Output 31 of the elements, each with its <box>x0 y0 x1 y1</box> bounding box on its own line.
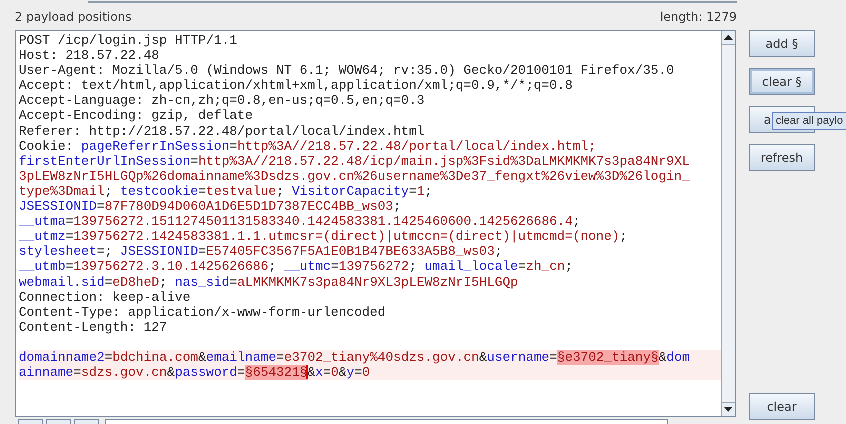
action-button[interactable]: add § <box>749 30 815 57</box>
request-line: type%3Dmail; testcookie=testvalue; VisitorCapacity=1; <box>19 184 434 200</box>
request-line: JSESSIONID=87F780D94D060A1D6E5D1D7387ECC4BB_ws03; <box>19 199 402 214</box>
request-line: stylesheet=; JSESSIONID=E57405FC3567F5A1E0B1B47BE633A5B8_ws03; <box>19 244 504 260</box>
request-line: __utma=139756272.1511274501131583340.1424583381.1425460600.1425626686.4; <box>19 214 582 230</box>
length-label: length: 1279 <box>660 10 737 22</box>
request-line: Accept: text/html,application/xhtml+xml,application/xml;q=0.9,*/*;q=0.8 <box>19 78 574 94</box>
payload-positions-label: 2 payload positions <box>15 10 132 22</box>
request-editor[interactable] <box>15 30 736 417</box>
request-line: Content-Type: application/x-www-form-urlencoded <box>19 304 387 320</box>
request-line: webmail.sid=eD8heD; nas_sid=aLMKMKMK7s3pa84Nr9XL3pLEW8zNrI5HLGQp <box>19 274 520 290</box>
request-line: Accept-Language: zh-cn,zh;q=0.8,en-us;q=0.5,en;q=0.3 <box>19 93 426 108</box>
scroll-down-icon[interactable] <box>724 407 733 412</box>
request-line: 3pLEW8zNrI5HLGQp%26domainname%3Dsdzs.gov.cn%26username%3De37_fengxt%26view%3D%26login_ <box>19 168 691 184</box>
request-line: Content-Length: 127 <box>19 320 168 335</box>
request-line: User-Agent: Mozilla/5.0 (Windows NT 6.1; WOW64; rv:35.0) Gecko/20100101 Firefox/35.0 <box>19 63 676 78</box>
request-line: Host: 218.57.22.48 <box>19 48 160 64</box>
clear-button[interactable]: clear <box>749 393 815 420</box>
request-line: __utmb=139756272.3.10.1425626686; __utmc=139756272; umail_locale=zh_cn; <box>19 259 574 274</box>
action-button[interactable]: clear § <box>749 68 815 95</box>
request-line: Connection: keep-alive <box>19 290 192 305</box>
request-line: POST /icp/login.jsp HTTP/1.1 <box>19 33 238 48</box>
scroll-up-icon[interactable] <box>724 35 733 40</box>
request-line: __utmz=139756272.1424583381.1.1.utmcsr=(direct)|utmccn=(direct)|utmcmd=(none); <box>19 229 629 244</box>
tooltip: clear all paylo <box>772 112 846 130</box>
request-line: Referer: http://218.57.22.48/portal/local/index.html <box>19 124 426 139</box>
request-line: Accept-Encoding: gzip, deflate <box>19 108 254 124</box>
request-line: Cookie: pageReferrInSession=http%3A//218.57.22.48/portal/local/index.html; <box>19 138 598 154</box>
request-line: firstEnterUrlInSession=http%3A//218.57.22.48/icp/main.jsp%3Fsid%3DaLMKMKMK7s3pa84Nr9XL <box>19 154 691 169</box>
action-button[interactable]: refresh <box>749 144 815 171</box>
scrollbar[interactable] <box>721 31 735 416</box>
